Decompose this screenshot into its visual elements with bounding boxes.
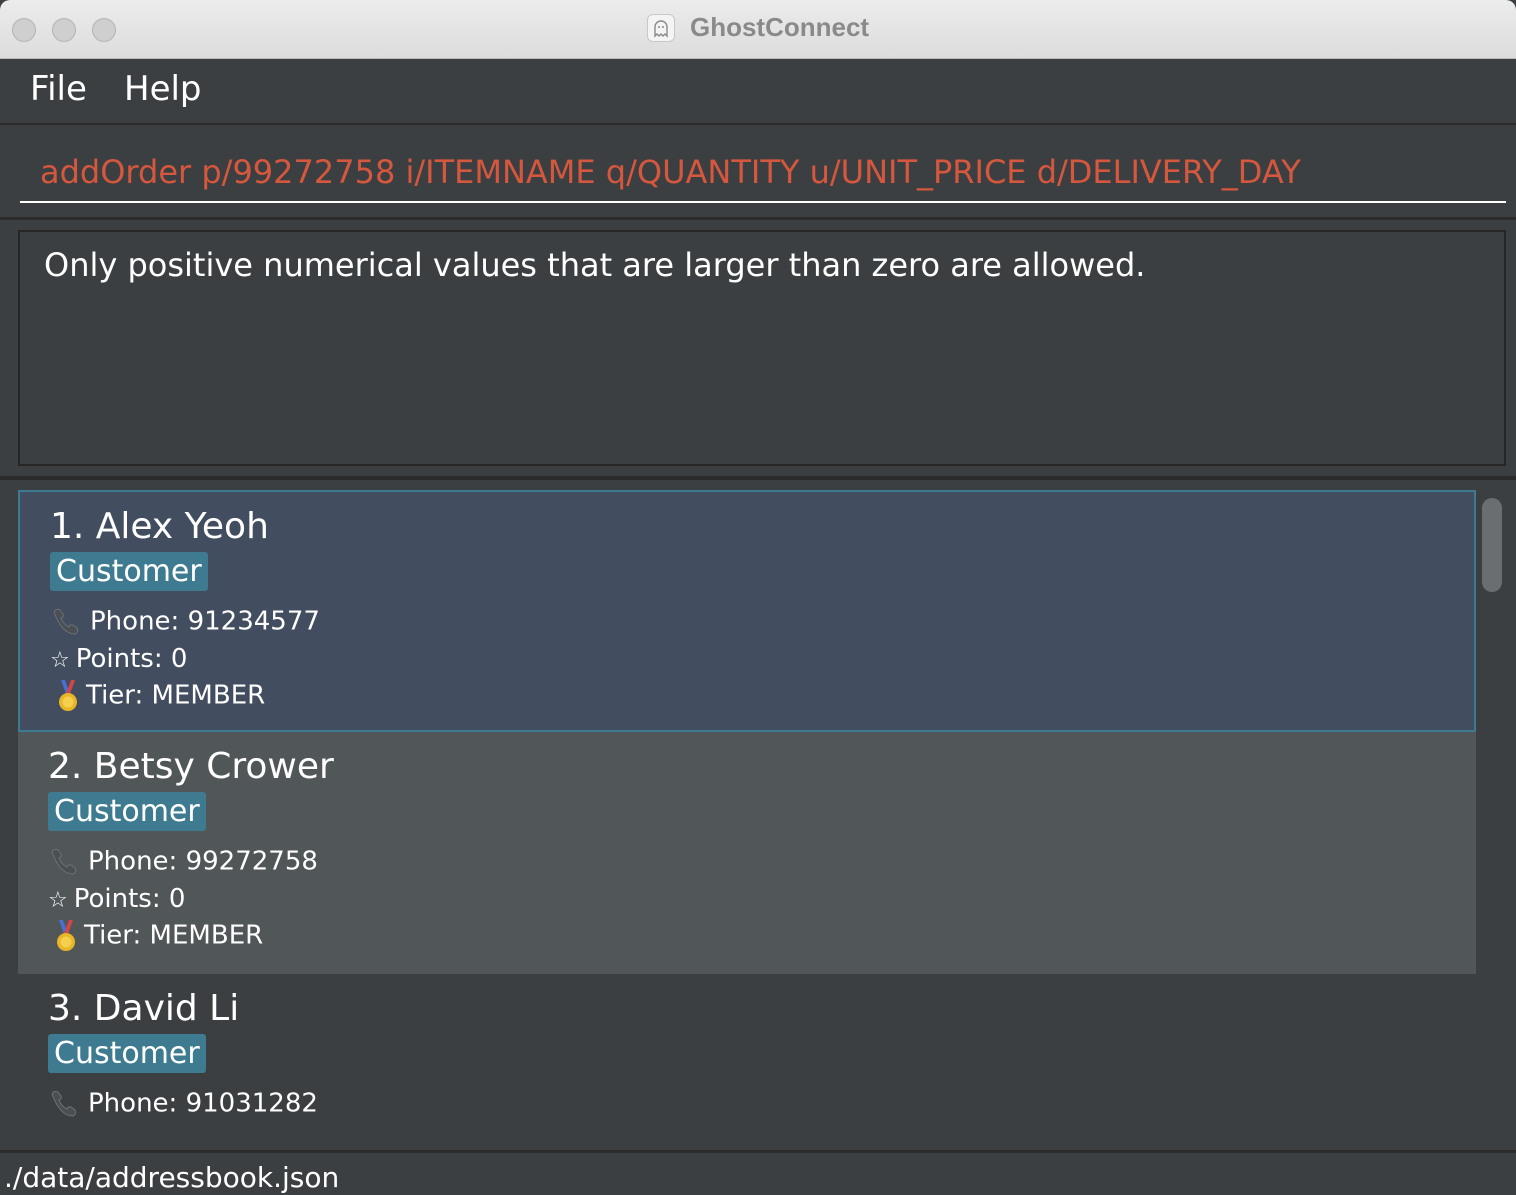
window-title-group: GhostConnect — [0, 12, 1516, 43]
person-name: 2. Betsy Crower — [48, 746, 334, 787]
points-row: ☆ Points: 0 — [50, 644, 187, 674]
tag-badge: Customer — [48, 1034, 206, 1073]
points-text: Points: 0 — [73, 884, 186, 914]
tier-text: Tier: MEMBER — [86, 680, 266, 711]
tier-row: Tier: MEMBER — [48, 918, 263, 954]
tag-badge: Customer — [50, 552, 208, 591]
phone-text: Phone: 91031282 — [88, 1088, 318, 1119]
person-list[interactable]: 1. Alex Yeoh Customer Phone: 91234577 ☆ P… — [18, 490, 1476, 1130]
save-location: ./data/addressbook.json — [4, 1161, 340, 1194]
command-box — [0, 125, 1516, 220]
status-bar: ./data/addressbook.json — [0, 1150, 1516, 1195]
menu-file[interactable]: File — [30, 69, 87, 109]
phone-text: Phone: 99272758 — [88, 846, 318, 877]
tag-badge: Customer — [48, 792, 206, 831]
points-row: ☆ Points: 0 — [48, 884, 185, 914]
phone-text: Phone: 91234577 — [90, 606, 320, 637]
ghost-app-icon — [646, 13, 675, 42]
phone-icon — [53, 608, 79, 635]
medal-icon — [57, 920, 75, 951]
points-text: Points: 0 — [75, 644, 188, 674]
command-input[interactable] — [20, 143, 1506, 203]
person-card-2[interactable]: 2. Betsy Crower Customer Phone: 99272758… — [18, 732, 1476, 974]
tier-row: Tier: MEMBER — [50, 678, 265, 714]
medal-icon — [59, 680, 77, 711]
person-name: 1. Alex Yeoh — [50, 506, 269, 547]
phone-icon — [51, 848, 77, 875]
person-card-1[interactable]: 1. Alex Yeoh Customer Phone: 91234577 ☆ P… — [18, 490, 1476, 732]
tier-text: Tier: MEMBER — [84, 920, 264, 951]
window-title: GhostConnect — [689, 12, 870, 42]
star-icon: ☆ — [48, 888, 68, 913]
phone-row: Phone: 99272758 — [48, 846, 318, 878]
star-icon: ☆ — [50, 648, 70, 673]
divider — [0, 476, 1516, 480]
phone-icon — [51, 1090, 77, 1117]
phone-row: Phone: 91031282 — [48, 1088, 318, 1120]
person-card-3[interactable]: 3. David Li Customer Phone: 91031282 — [18, 974, 1476, 1130]
person-name: 3. David Li — [48, 988, 240, 1029]
title-bar: GhostConnect — [0, 0, 1516, 59]
result-message: Only positive numerical values that are … — [44, 246, 1146, 284]
menu-bar: File Help — [0, 59, 1516, 125]
menu-help[interactable]: Help — [124, 69, 202, 109]
list-scrollbar-thumb[interactable] — [1482, 498, 1502, 592]
phone-row: Phone: 91234577 — [50, 606, 320, 638]
result-display: Only positive numerical values that are … — [18, 230, 1506, 466]
